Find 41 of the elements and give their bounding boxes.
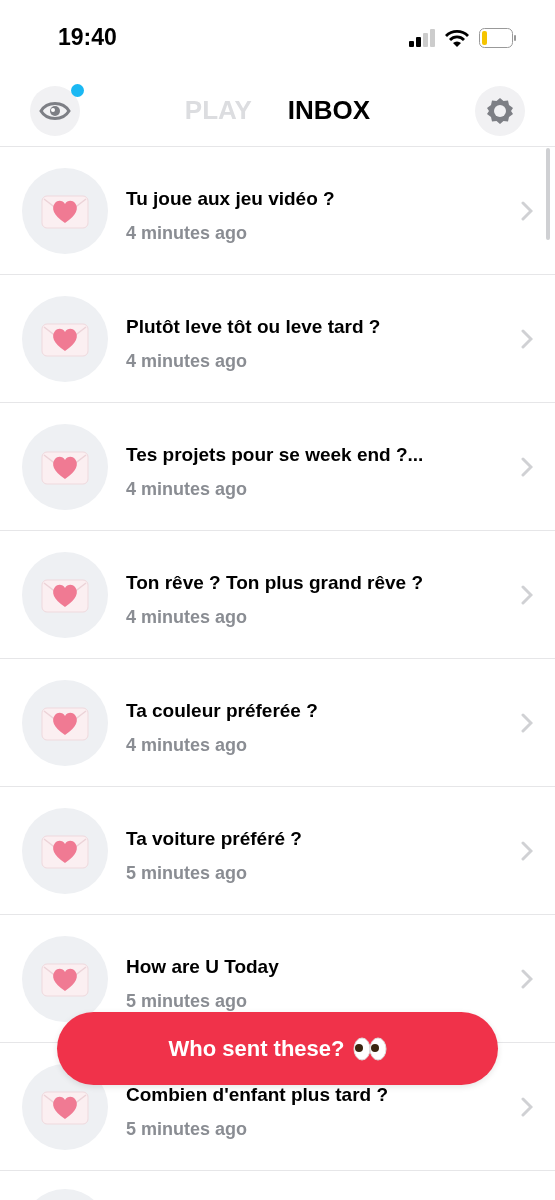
battery-icon [479, 27, 517, 48]
message-title: Plutôt leve tôt ou leve tard ? [126, 315, 382, 338]
chevron-right-icon [521, 840, 533, 861]
message-title: Combien d'enfant plus tard ? [126, 1083, 390, 1106]
eye-icon [39, 99, 71, 122]
message-time: 4 minutes ago [126, 350, 249, 372]
message-title: Ta voiture préféré ? [126, 827, 303, 850]
settings-button[interactable] [475, 85, 525, 136]
chevron-right-icon [521, 712, 533, 733]
status-time: 19:40 [58, 24, 117, 51]
chevron-right-icon [521, 968, 533, 989]
message-time: 4 minutes ago [126, 222, 249, 244]
message-time: 4 minutes ago [126, 478, 249, 500]
message-row[interactable]: Tu joue aux jeu vidéo ? 4 minutes ago [0, 147, 555, 275]
chevron-right-icon [521, 584, 533, 605]
message-time: 4 minutes ago [126, 734, 249, 756]
eyes-icon [352, 1036, 387, 1061]
message-title: Tu joue aux jeu vidéo ? [126, 187, 336, 210]
message-time: 4 minutes ago [126, 606, 249, 628]
tab[interactable]: INBOX [287, 95, 371, 126]
who-sent-toast[interactable]: Who sent these? [57, 1012, 498, 1085]
message-row[interactable]: Plutôt leve tôt ou leve tard ? 4 minutes ago [0, 275, 555, 403]
chevron-right-icon [521, 456, 533, 477]
chevron-right-icon [521, 200, 533, 221]
message-row[interactable]: Ta voiture préféré ? 5 minutes ago [0, 787, 555, 915]
message-row[interactable]: Ta couleur préferée ? 4 minutes ago [0, 659, 555, 787]
notification-dot [71, 83, 84, 97]
message-title: Ta couleur préferée ? [126, 699, 319, 722]
message-row[interactable]: Ton rêve ? Ton plus grand rêve ? 4 minutes ago [0, 531, 555, 659]
message-time: 5 minutes ago [126, 990, 249, 1012]
message-title: How are U Today [126, 955, 280, 978]
message-title: Tes projets pour se week end ?... [126, 443, 425, 466]
message-title: Ton rêve ? Ton plus grand rêve ? [126, 571, 424, 594]
message-time: 5 minutes ago [126, 1118, 249, 1140]
chevron-right-icon [521, 1096, 533, 1117]
message-time: 5 minutes ago [126, 862, 249, 884]
wifi-icon [445, 28, 469, 47]
message-row[interactable]: Tes projets pour se week end ?... 4 minutes ago [0, 403, 555, 531]
chevron-right-icon [521, 328, 533, 349]
signal-icon [409, 28, 435, 47]
settings-icon [485, 95, 515, 126]
